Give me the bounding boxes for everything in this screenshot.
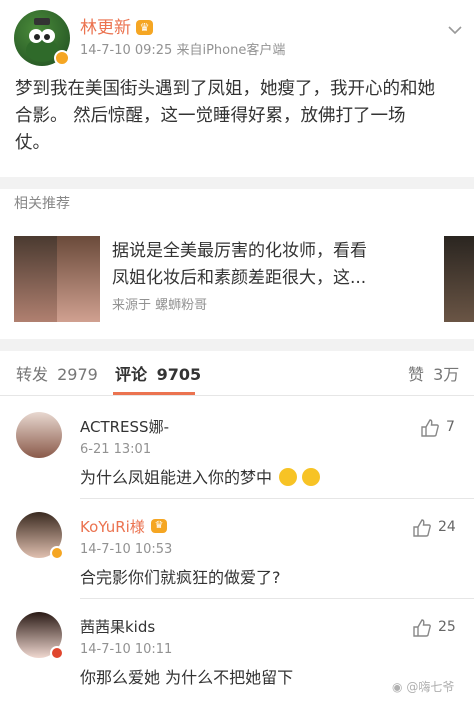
thumbnail-right-face bbox=[57, 236, 100, 322]
comment-text: 合完影你们就疯狂的做爱了? bbox=[80, 568, 281, 587]
related-next-thumbnail[interactable] bbox=[444, 236, 474, 322]
related-header: 相关推荐 bbox=[14, 196, 70, 212]
tab-likes-label: 赞 bbox=[408, 365, 425, 384]
comment-time: 14-7-10 10:53 bbox=[80, 542, 173, 557]
verified-badge bbox=[54, 50, 70, 66]
tab-likes-count: 3万 bbox=[433, 365, 460, 384]
vip-crown-icon: ♛ bbox=[136, 20, 153, 35]
comment-item[interactable]: ACTRESS娜- 6-21 13:01 为什么凤姐能进入你的梦中 7 bbox=[0, 400, 474, 498]
comment-like-count: 7 bbox=[446, 419, 455, 435]
comment-item[interactable]: KoYuRi様 ♛ 14-7-10 10:53 合完影你们就疯狂的做爱了? 24 bbox=[0, 500, 474, 598]
commenter-avatar[interactable] bbox=[16, 412, 62, 458]
comment-time: 14-7-10 10:11 bbox=[80, 642, 173, 657]
section-gap bbox=[0, 339, 474, 351]
tab-likes[interactable]: 赞 3万 bbox=[408, 365, 459, 385]
tab-comments-count: 9705 bbox=[156, 365, 202, 384]
comment-divider bbox=[80, 598, 474, 599]
related-card[interactable]: 据说是全美最厉害的化妆师，看看 凤姐化妆后和素颜差距很大，这... 来源于 螺蛳… bbox=[0, 228, 474, 328]
related-title-line: 据说是全美最厉害的化妆师，看看 bbox=[112, 241, 367, 261]
thumbs-up-icon bbox=[413, 619, 431, 637]
post-text-line: 合影。 然后惊醒，这一觉睡得好累，放佛打了一场 bbox=[15, 106, 406, 126]
smirk-emoji-icon bbox=[279, 468, 298, 486]
post-text-line: 仗。 bbox=[15, 133, 50, 153]
commenter-name[interactable]: KoYuRi様 bbox=[80, 518, 145, 536]
thumbnail-left-face bbox=[14, 236, 57, 322]
crying-emoji-icon bbox=[302, 468, 321, 486]
comment-text: 为什么凤姐能进入你的梦中 bbox=[80, 468, 321, 488]
related-title-line: 凤姐化妆后和素颜差距很大，这... bbox=[112, 268, 367, 288]
commenter-name[interactable]: ACTRESS娜- bbox=[80, 418, 169, 436]
watermark: ◉ @嗨七爷 bbox=[392, 680, 454, 694]
section-gap bbox=[0, 177, 474, 189]
tab-comments-label: 评论 bbox=[115, 365, 148, 384]
weibo-logo-icon: ◉ bbox=[392, 680, 403, 694]
post-text-line: 梦到我在美国街头遇到了凤姐，她瘦了，我开心的和她 bbox=[15, 79, 435, 99]
related-thumbnail[interactable] bbox=[14, 236, 100, 322]
author-name[interactable]: 林更新 bbox=[80, 18, 131, 38]
comment-like-button[interactable]: 25 bbox=[412, 618, 466, 638]
tab-repost-label: 转发 bbox=[16, 365, 49, 384]
watermark-text: @嗨七爷 bbox=[406, 680, 455, 694]
comment-like-count: 24 bbox=[438, 519, 456, 535]
verified-badge bbox=[50, 546, 64, 560]
comment-like-button[interactable]: 7 bbox=[420, 418, 466, 438]
comment-divider bbox=[80, 498, 474, 499]
tab-repost[interactable]: 转发 2979 bbox=[16, 365, 98, 385]
vip-crown-icon: ♛ bbox=[151, 519, 167, 533]
comment-time: 6-21 13:01 bbox=[80, 442, 152, 457]
post-text: 梦到我在美国街头遇到了凤姐，她瘦了，我开心的和她 合影。 然后惊醒，这一觉睡得好… bbox=[15, 76, 465, 157]
tabs-divider bbox=[0, 395, 474, 396]
tab-repost-count: 2979 bbox=[57, 365, 98, 384]
comment-text: 你那么爱她 为什么不把她留下 bbox=[80, 668, 294, 687]
related-source[interactable]: 来源于 螺蛳粉哥 bbox=[112, 298, 207, 314]
comment-text-content: 为什么凤姐能进入你的梦中 bbox=[80, 468, 273, 487]
post-meta: 14-7-10 09:25 来自iPhone客户端 bbox=[80, 43, 286, 58]
tab-comments[interactable]: 评论 9705 bbox=[115, 365, 201, 385]
chevron-down-icon[interactable] bbox=[448, 20, 462, 35]
verified-badge bbox=[50, 646, 64, 660]
related-title: 据说是全美最厉害的化妆师，看看 凤姐化妆后和素颜差距很大，这... bbox=[112, 238, 412, 292]
thumbs-up-icon bbox=[421, 419, 439, 437]
comment-like-count: 25 bbox=[438, 619, 456, 635]
comment-like-button[interactable]: 24 bbox=[412, 518, 466, 538]
commenter-name[interactable]: 茜茜果kids bbox=[80, 618, 155, 636]
thumbs-up-icon bbox=[413, 519, 431, 537]
